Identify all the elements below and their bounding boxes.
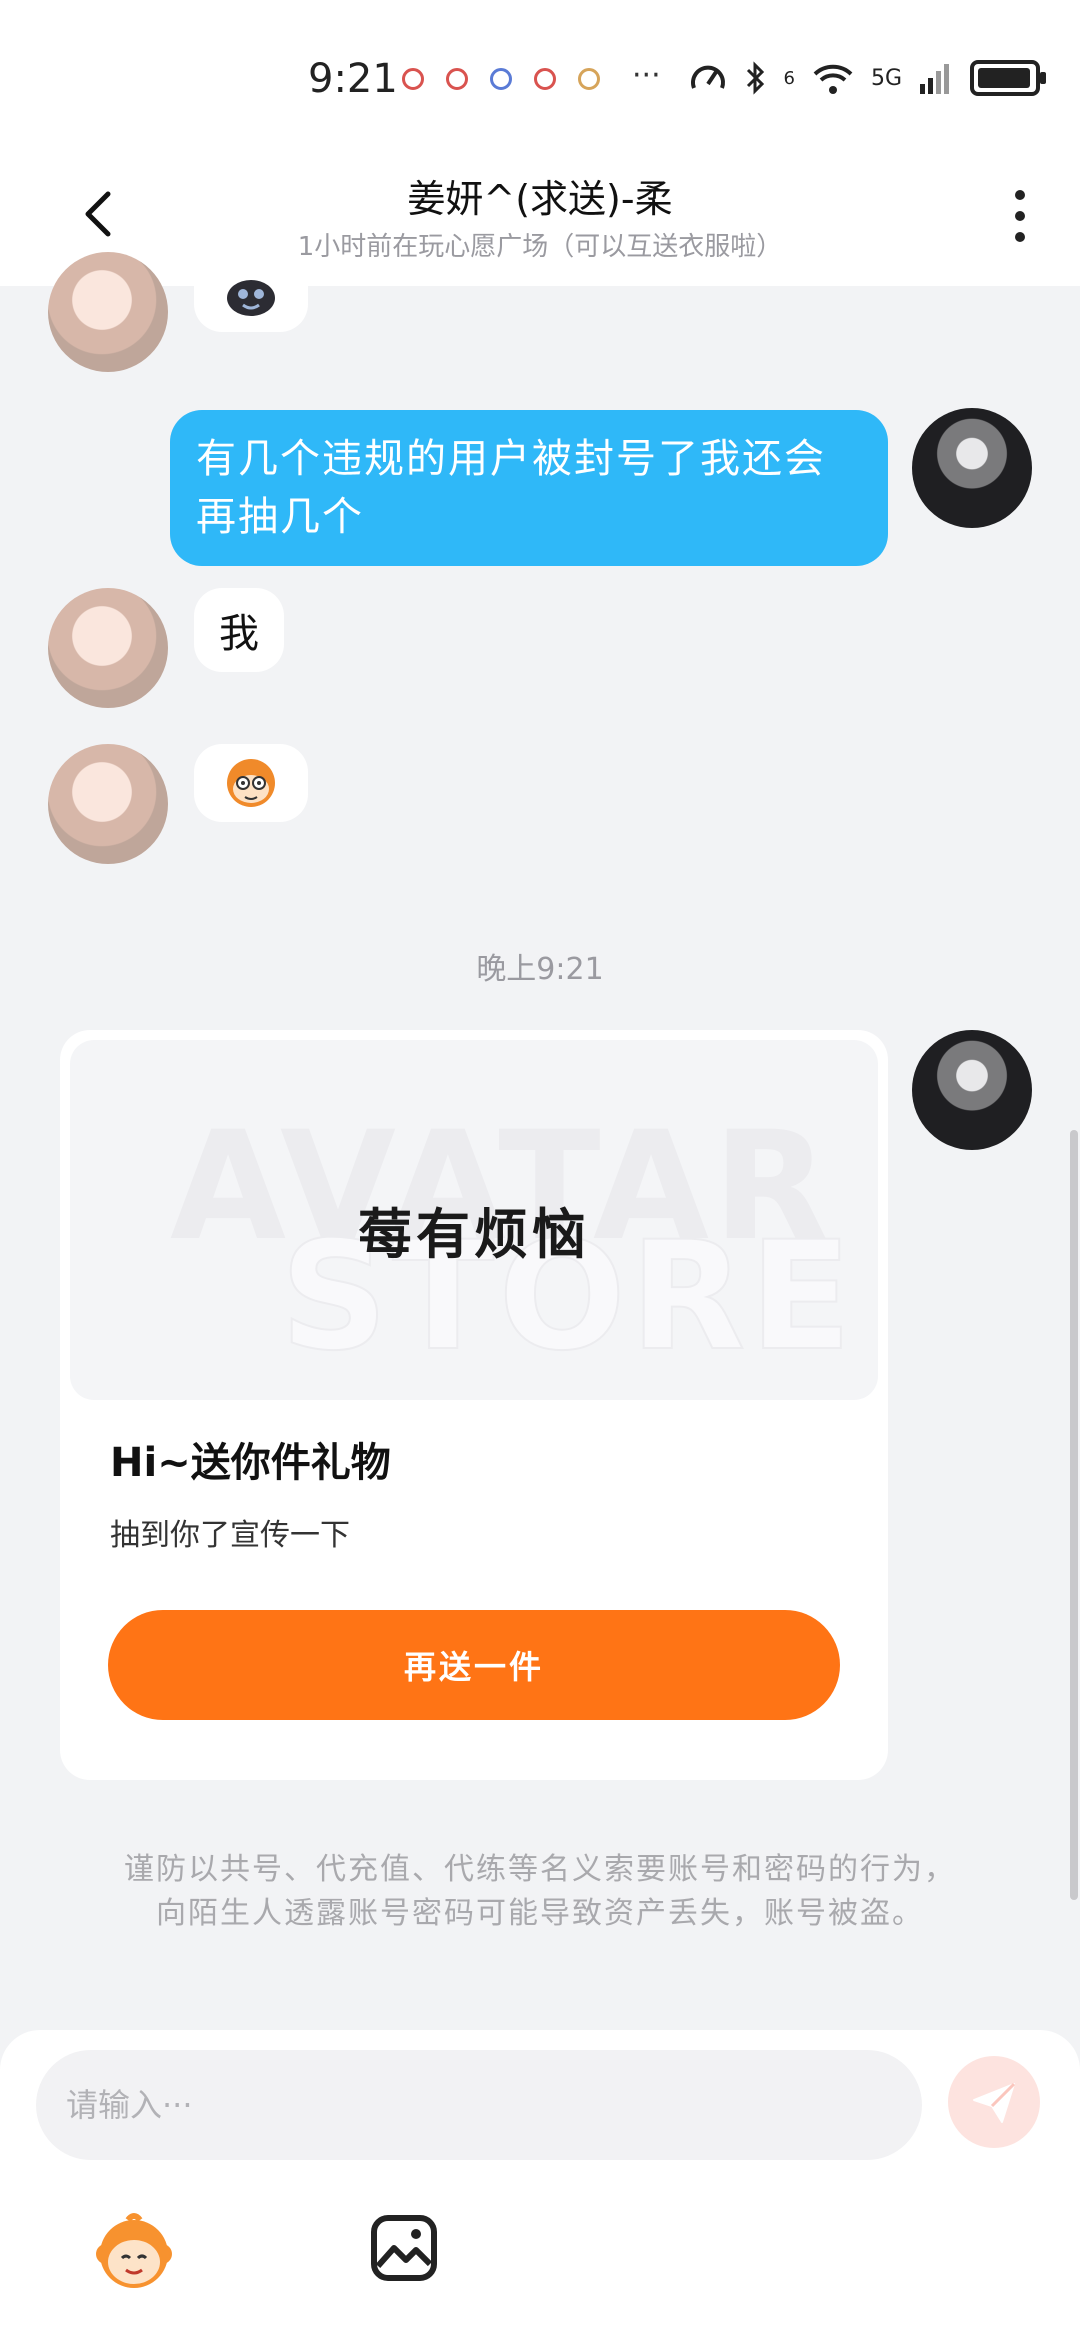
bluetooth-icon	[746, 61, 764, 95]
system-status-icons: 6 5G	[688, 58, 1046, 98]
cell-signal-icon	[920, 64, 949, 94]
image-button[interactable]	[370, 2214, 438, 2282]
notification-icon	[490, 68, 512, 90]
gift-banner: AVATAR STORE 莓有烦恼	[70, 1040, 878, 1400]
gift-name: 莓有烦恼	[358, 1202, 590, 1266]
more-vertical-icon	[1015, 190, 1025, 200]
status-more-indicator: ···	[632, 58, 661, 93]
monkey-face-emoji-icon	[227, 759, 275, 807]
message-incoming: 我	[194, 588, 284, 672]
my-avatar[interactable]	[912, 408, 1032, 528]
notification-icon	[446, 68, 468, 90]
notification-icon	[578, 68, 600, 90]
gift-title: Hi~送你件礼物	[110, 1440, 391, 1486]
contact-avatar[interactable]	[48, 252, 168, 372]
time-separator: 晚上9:21	[476, 952, 604, 987]
gift-description: 抽到你了宣传一下	[110, 1518, 350, 1553]
message-outgoing: 有几个违规的用户被封号了我还会再抽几个	[170, 410, 888, 566]
image-icon	[371, 2215, 437, 2281]
chat-subtitle: 1小时前在玩心愿广场（可以互送衣服啦）	[297, 232, 783, 262]
message-input[interactable]	[36, 2050, 922, 2160]
send-button[interactable]	[948, 2056, 1040, 2148]
speed-gauge-icon	[690, 65, 725, 89]
status-bar: 9:21 ··· 6 5G	[0, 0, 1080, 150]
scrollbar[interactable]	[1070, 1130, 1078, 1900]
notification-icon	[534, 68, 556, 90]
monkey-emoji-icon	[96, 2213, 172, 2288]
message-composer	[0, 2030, 1080, 2340]
send-another-gift-button[interactable]: 再送一件	[108, 1610, 840, 1720]
black-face-emoji-icon	[227, 280, 275, 316]
status-time: 9:21	[308, 56, 398, 102]
message-sticker	[194, 270, 308, 332]
chat-title: 姜妍^(求送)-柔	[407, 177, 673, 221]
message-sticker	[194, 744, 308, 822]
chat-header: 姜妍^(求送)-柔 1小时前在玩心愿广场（可以互送衣服啦）	[0, 150, 1080, 286]
gift-card[interactable]: AVATAR STORE 莓有烦恼 Hi~送你件礼物 抽到你了宣传一下 再送一件	[60, 1030, 888, 1780]
wifi-icon	[813, 64, 853, 94]
more-options-button[interactable]	[1000, 186, 1040, 246]
contact-avatar[interactable]	[48, 588, 168, 708]
emoji-button[interactable]	[92, 2210, 176, 2294]
security-warning: 谨防以共号、代充值、代练等名义索要账号和密码的行为，向陌生人透露账号密码可能导致…	[124, 1852, 956, 1931]
notification-icons	[402, 68, 600, 90]
send-icon	[973, 2082, 1016, 2123]
network-type: 5G	[870, 65, 902, 91]
notification-icon	[402, 68, 424, 90]
my-avatar[interactable]	[912, 1030, 1032, 1150]
signal-label: 6	[783, 67, 795, 89]
contact-avatar[interactable]	[48, 744, 168, 864]
battery-icon	[970, 60, 1046, 96]
